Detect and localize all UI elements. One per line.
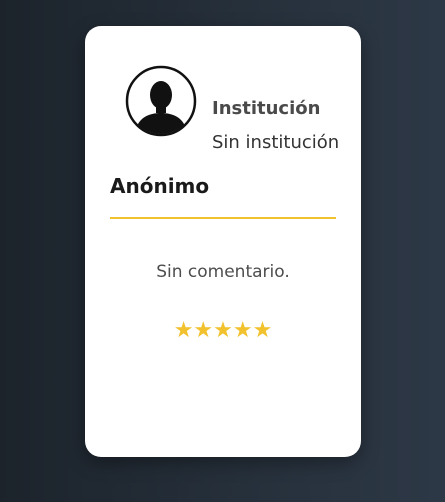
- institution-value: Sin institución: [212, 132, 340, 153]
- star-rating: ★★★★★: [173, 318, 273, 343]
- user-silhouette-icon: [125, 65, 197, 137]
- divider: [110, 217, 336, 219]
- reviewer-name: Anónimo: [110, 174, 210, 198]
- review-card: Institución Sin institución Anónimo Sin …: [85, 26, 361, 457]
- institution-label: Institución: [212, 98, 321, 119]
- review-comment: Sin comentario.: [156, 262, 290, 282]
